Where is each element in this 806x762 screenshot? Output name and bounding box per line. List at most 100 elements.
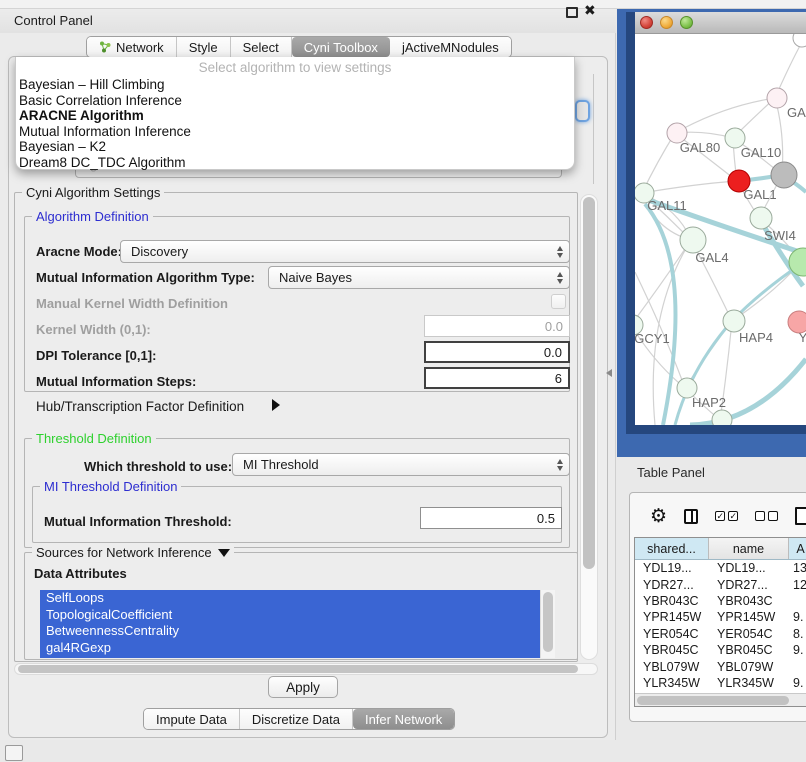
table-row[interactable]: YER054CYER054C8.: [635, 626, 806, 642]
table-cell[interactable]: 8.: [789, 627, 806, 641]
column-header-shared[interactable]: shared...: [635, 538, 709, 559]
expand-arrow-icon[interactable]: [272, 399, 280, 411]
mi-threshold-field[interactable]: 0.5: [420, 507, 562, 529]
algorithm-option[interactable]: ARACNE Algorithm: [16, 108, 574, 124]
algorithm-option[interactable]: Dream8 DC_TDC Algorithm: [16, 155, 574, 171]
select-all-checks-icon[interactable]: ✓✓: [715, 511, 738, 521]
mi-type-value: Naive Bayes: [279, 270, 352, 285]
attribute-item[interactable]: TopologicalCoefficient: [40, 607, 555, 624]
node-label-hap2: HAP2: [692, 395, 726, 410]
close-icon[interactable]: ✖: [584, 2, 596, 19]
network-node-bottom-cut[interactable]: [712, 410, 732, 425]
network-canvas[interactable]: GALGAL80GAL10GAL1GAL11SWI4GAL4GCY1HAP4YH…: [635, 34, 806, 425]
table-row[interactable]: YBL079WYBL079W: [635, 658, 806, 674]
data-attributes-label: Data Attributes: [34, 566, 127, 581]
tab-select[interactable]: Select: [231, 37, 292, 57]
network-desktop: GALGAL80GAL10GAL1GAL11SWI4GAL4GCY1HAP4YH…: [617, 9, 806, 457]
table-cell[interactable]: YDL19...: [635, 561, 709, 575]
attribute-item[interactable]: SelfLoops: [40, 590, 555, 607]
table-cell[interactable]: YBL079W: [709, 660, 789, 674]
control-panel-tabbar: Network StyleSelectCyni ToolboxjActiveMNo…: [86, 36, 512, 58]
network-window-titlebar[interactable]: [635, 12, 806, 34]
tab-label: Network: [116, 40, 164, 55]
table-row[interactable]: YDR27...YDR27...12: [635, 576, 806, 592]
splitter-collapse-icon[interactable]: [606, 369, 612, 377]
table-row[interactable]: YBR045CYBR045C9.: [635, 642, 806, 658]
network-node-HAP4[interactable]: [723, 310, 745, 332]
table-horizontal-scrollbar[interactable]: [635, 693, 806, 706]
table-cell[interactable]: YDR27...: [709, 578, 789, 592]
mi-steps-field[interactable]: 6: [424, 367, 570, 389]
hub-section-label[interactable]: Hub/Transcription Factor Definition: [36, 399, 244, 414]
table-cell[interactable]: 9.: [789, 643, 806, 657]
network-node-gray-node[interactable]: [771, 162, 797, 188]
minimized-panel-icon[interactable]: [5, 745, 23, 761]
table-cell[interactable]: YDR27...: [635, 578, 709, 592]
table-row[interactable]: YPR145WYPR145W9.: [635, 609, 806, 625]
network-icon: [99, 41, 112, 53]
settings-vertical-scrollbar[interactable]: [580, 194, 598, 660]
table-cell[interactable]: YLR345W: [635, 676, 709, 690]
table-cell[interactable]: 12: [789, 578, 806, 592]
column-header-partial[interactable]: A: [789, 538, 806, 559]
tab-network[interactable]: Network: [87, 37, 177, 57]
settings-horizontal-scrollbar[interactable]: [14, 663, 598, 675]
tab-cyni-toolbox[interactable]: Cyni Toolbox: [292, 37, 390, 57]
network-node-top-cut[interactable]: [793, 34, 806, 47]
gear-icon[interactable]: ⚙: [650, 507, 667, 526]
table-cell[interactable]: YBR045C: [709, 643, 789, 657]
table-cell[interactable]: YBR045C: [635, 643, 709, 657]
network-view-window[interactable]: GALGAL80GAL10GAL1GAL11SWI4GAL4GCY1HAP4YH…: [626, 12, 806, 434]
table-cell[interactable]: 9.: [789, 610, 806, 624]
table-cell[interactable]: YBL079W: [635, 660, 709, 674]
table-cell[interactable]: 13: [789, 561, 806, 575]
tab-discretize-data[interactable]: Discretize Data: [240, 709, 353, 729]
attribute-item[interactable]: BetweennessCentrality: [40, 623, 555, 640]
table-cell[interactable]: YDL19...: [709, 561, 789, 575]
focused-button-fragment[interactable]: [575, 100, 590, 122]
network-node-gal-top[interactable]: [767, 88, 787, 108]
document-icon[interactable]: [795, 507, 806, 525]
table-cell[interactable]: YBR043C: [709, 594, 789, 608]
algorithm-option[interactable]: Mutual Information Inference: [16, 124, 574, 140]
apply-button[interactable]: Apply: [268, 676, 338, 698]
attribute-item[interactable]: gal4RGexp: [40, 640, 555, 657]
table-cell[interactable]: YER054C: [635, 627, 709, 641]
mi-type-select[interactable]: Naive Bayes: [268, 266, 570, 289]
table-cell[interactable]: YBR043C: [635, 594, 709, 608]
node-label-gal11: GAL11: [647, 198, 687, 213]
float-window-icon[interactable]: [566, 7, 578, 18]
table-row[interactable]: YDL19...YDL19...13: [635, 560, 806, 576]
algorithm-option[interactable]: Bayesian – K2: [16, 139, 574, 155]
table-cell[interactable]: YPR145W: [635, 610, 709, 624]
attributes-scrollbar[interactable]: [540, 590, 555, 658]
tab-jactivemnodules[interactable]: jActiveMNodules: [390, 37, 511, 57]
dpi-tolerance-field[interactable]: 0.0: [424, 341, 570, 363]
manual-kernel-checkbox: [551, 294, 566, 309]
algorithm-option[interactable]: Basic Correlation Inference: [16, 93, 574, 109]
table-cell[interactable]: YLR345W: [709, 676, 789, 690]
algorithm-option[interactable]: Bayesian – Hill Climbing: [16, 77, 574, 93]
minimize-traffic-light-icon[interactable]: [660, 16, 673, 29]
tab-style[interactable]: Style: [177, 37, 231, 57]
tab-impute-data[interactable]: Impute Data: [144, 709, 240, 729]
table-cell[interactable]: YER054C: [709, 627, 789, 641]
close-traffic-light-icon[interactable]: [640, 16, 653, 29]
node-label-gal10: GAL10: [741, 145, 781, 160]
tab-infer-network[interactable]: Infer Network: [353, 709, 454, 729]
table-row[interactable]: YLR345WYLR345W9.: [635, 675, 806, 691]
column-header-name[interactable]: name: [709, 538, 789, 559]
data-attributes-list: SelfLoopsTopologicalCoefficientBetweenne…: [40, 590, 555, 658]
deselect-all-icon[interactable]: [755, 511, 778, 521]
collapse-arrow-icon[interactable]: [218, 549, 230, 557]
network-node-SWI4[interactable]: [750, 207, 772, 229]
table-row[interactable]: YBR043CYBR043C: [635, 593, 806, 609]
table-cell[interactable]: YPR145W: [709, 610, 789, 624]
zoom-traffic-light-icon[interactable]: [680, 16, 693, 29]
which-threshold-select[interactable]: MI Threshold: [232, 453, 570, 476]
aracne-mode-select[interactable]: Discovery: [120, 240, 570, 263]
split-view-icon[interactable]: [684, 509, 698, 524]
which-threshold-value: MI Threshold: [243, 457, 319, 472]
node-label-gcy1: GCY1: [635, 331, 670, 346]
table-cell[interactable]: 9.: [789, 676, 806, 690]
